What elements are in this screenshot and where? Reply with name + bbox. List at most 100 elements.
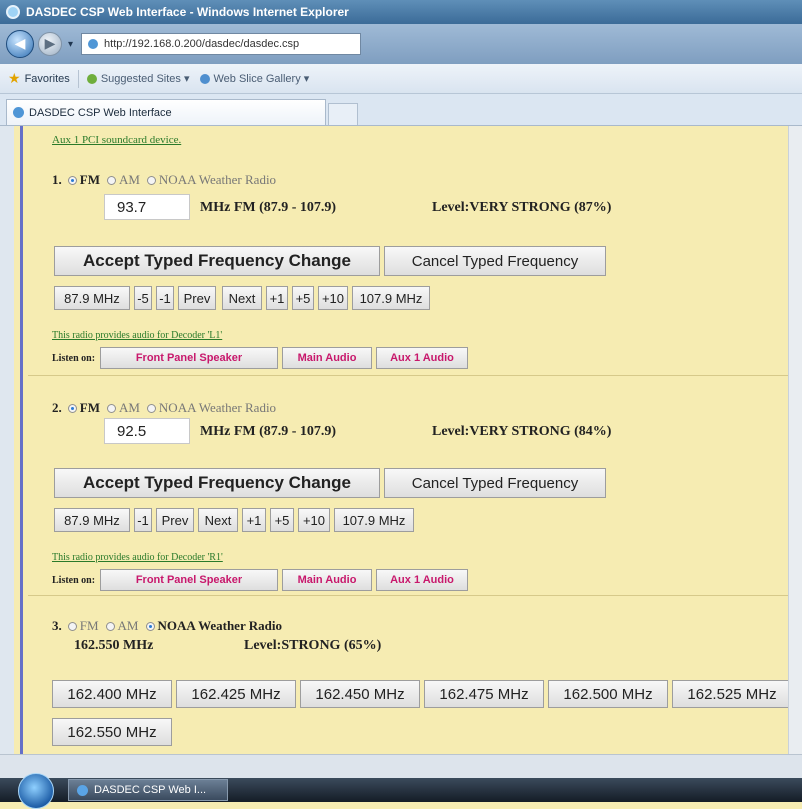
favorites-star-icon: ★	[8, 70, 21, 86]
noaa-radio-button[interactable]	[146, 403, 156, 413]
signal-level: Level:STRONG (65%)	[244, 638, 382, 653]
status-strip	[0, 754, 802, 778]
tab-label: DASDEC CSP Web Interface	[29, 106, 172, 119]
prev-button[interactable]: Prev	[178, 286, 216, 310]
fm-label: FM	[79, 172, 100, 187]
am-radio-button[interactable]	[105, 621, 115, 631]
frequency-input[interactable]: 92.5	[104, 418, 190, 444]
address-input[interactable]: http://192.168.0.200/dasdec/dasdec.csp	[81, 33, 362, 55]
page-content: Aux 1 PCI soundcard device. 1. FM AM NOA…	[0, 126, 802, 754]
fm-radio-button[interactable]	[67, 621, 77, 631]
am-label: AM	[118, 172, 140, 187]
frequency-range: MHz FM (87.9 - 107.9)	[200, 424, 337, 439]
radio-section-2: 2. FM AM NOAA Weather Radio 92.5 MHz FM …	[28, 376, 802, 596]
decoder-note[interactable]: This radio provides audio for Decoder 'R…	[52, 552, 223, 563]
noaa-radio-button[interactable]	[145, 621, 155, 631]
step-minus-1-button[interactable]: -1	[156, 286, 174, 310]
suggested-sites-label: Suggested Sites ▾	[100, 73, 190, 85]
noaa-label: NOAA Weather Radio	[158, 172, 277, 187]
favorites-bar: ★ Favorites Suggested Sites ▾ Web Slice …	[0, 64, 802, 94]
forward-arrow-icon: ▶	[44, 36, 56, 52]
fm-radio-button[interactable]	[67, 403, 77, 413]
radio-number: 3.	[52, 618, 62, 633]
front-panel-speaker-button[interactable]: Front Panel Speaker	[100, 569, 278, 591]
start-button-icon[interactable]	[18, 773, 54, 809]
aux1-audio-button[interactable]: Aux 1 Audio	[376, 569, 468, 591]
step-minus-5-button[interactable]: -5	[134, 286, 152, 310]
prev-button[interactable]: Prev	[156, 508, 194, 532]
forward-button[interactable]: ▶	[38, 32, 62, 56]
cancel-frequency-button[interactable]: Cancel Typed Frequency	[384, 468, 606, 498]
vertical-scrollbar[interactable]	[788, 126, 802, 754]
channel-button-162-550[interactable]: 162.550 MHz	[52, 718, 172, 746]
fm-radio-button[interactable]	[67, 175, 77, 185]
next-button[interactable]: Next	[222, 286, 262, 310]
listen-on-label: Listen on:	[52, 575, 96, 586]
favorites-button[interactable]: Favorites	[25, 73, 70, 85]
step-plus-5-button[interactable]: +5	[270, 508, 294, 532]
band-selector: 1. FM AM NOAA Weather Radio	[52, 172, 281, 188]
aux-device-link[interactable]: Aux 1 PCI soundcard device.	[52, 134, 181, 146]
am-radio-button[interactable]	[106, 403, 116, 413]
ie-logo-icon	[6, 5, 20, 19]
radio-number: 1.	[52, 172, 62, 187]
suggested-sites-link[interactable]: Suggested Sites ▾	[86, 72, 190, 85]
min-frequency-button[interactable]: 87.9 MHz	[54, 508, 130, 532]
channel-button-162-400[interactable]: 162.400 MHz	[52, 680, 172, 708]
channel-button-162-500[interactable]: 162.500 MHz	[548, 680, 668, 708]
channel-button-162-450[interactable]: 162.450 MHz	[300, 680, 420, 708]
front-panel-speaker-button[interactable]: Front Panel Speaker	[100, 347, 278, 369]
max-frequency-button[interactable]: 107.9 MHz	[334, 508, 414, 532]
main-audio-button[interactable]: Main Audio	[282, 569, 372, 591]
tab-dasdec[interactable]: DASDEC CSP Web Interface	[6, 99, 326, 125]
step-plus-10-button[interactable]: +10	[318, 286, 348, 310]
back-arrow-icon: ◀	[14, 36, 26, 52]
am-label: AM	[118, 400, 140, 415]
web-slice-gallery-link[interactable]: Web Slice Gallery ▾	[199, 72, 310, 85]
accept-frequency-button[interactable]: Accept Typed Frequency Change	[54, 468, 380, 498]
cancel-frequency-button[interactable]: Cancel Typed Frequency	[384, 246, 606, 276]
frequency-input[interactable]: 93.7	[104, 194, 190, 220]
step-plus-10-button[interactable]: +10	[298, 508, 330, 532]
taskbar: DASDEC CSP Web I...	[0, 773, 802, 809]
window-title-bar: DASDEC CSP Web Interface - Windows Inter…	[0, 0, 802, 24]
web-slice-label: Web Slice Gallery ▾	[213, 73, 310, 85]
back-button[interactable]: ◀	[6, 30, 34, 58]
signal-level: Level:VERY STRONG (87%)	[432, 200, 612, 215]
noaa-label: NOAA Weather Radio	[157, 618, 282, 633]
radio-number: 2.	[52, 400, 62, 415]
main-audio-button[interactable]: Main Audio	[282, 347, 372, 369]
address-url: http://192.168.0.200/dasdec/dasdec.csp	[104, 38, 300, 50]
decoder-note[interactable]: This radio provides audio for Decoder 'L…	[52, 330, 222, 341]
step-plus-1-button[interactable]: +1	[242, 508, 266, 532]
history-dropdown-icon[interactable]: ▾	[68, 39, 73, 50]
noaa-radio-button[interactable]	[146, 175, 156, 185]
max-frequency-button[interactable]: 107.9 MHz	[352, 286, 430, 310]
step-plus-1-button[interactable]: +1	[266, 286, 288, 310]
accept-frequency-button[interactable]: Accept Typed Frequency Change	[54, 246, 380, 276]
taskbar-ie-icon	[77, 784, 88, 796]
band-selector: 2. FM AM NOAA Weather Radio	[52, 400, 281, 416]
favorites-separator	[77, 69, 79, 88]
tab-bar: DASDEC CSP Web Interface	[0, 94, 802, 126]
taskbar-item-label: DASDEC CSP Web I...	[94, 784, 207, 796]
aux1-audio-button[interactable]: Aux 1 Audio	[376, 347, 468, 369]
signal-level: Level:VERY STRONG (84%)	[432, 424, 612, 439]
step-minus-1-button[interactable]: -1	[134, 508, 152, 532]
noaa-label: NOAA Weather Radio	[158, 400, 277, 415]
am-radio-button[interactable]	[106, 175, 116, 185]
weather-frequency: 162.550 MHz	[74, 638, 154, 653]
channel-button-162-425[interactable]: 162.425 MHz	[176, 680, 296, 708]
new-tab-button[interactable]	[328, 103, 358, 125]
taskbar-ie-button[interactable]: DASDEC CSP Web I...	[68, 779, 228, 801]
radio-section-3: 3. FM AM NOAA Weather Radio 162.550 MHz …	[28, 596, 802, 754]
step-plus-5-button[interactable]: +5	[292, 286, 314, 310]
radio-section-1: Aux 1 PCI soundcard device. 1. FM AM NOA…	[28, 126, 802, 376]
fm-label: FM	[79, 618, 99, 633]
channel-button-162-525[interactable]: 162.525 MHz	[672, 680, 792, 708]
min-frequency-button[interactable]: 87.9 MHz	[54, 286, 130, 310]
web-slice-icon	[199, 73, 210, 84]
channel-button-162-475[interactable]: 162.475 MHz	[424, 680, 544, 708]
next-button[interactable]: Next	[198, 508, 238, 532]
suggested-sites-icon	[86, 73, 97, 84]
